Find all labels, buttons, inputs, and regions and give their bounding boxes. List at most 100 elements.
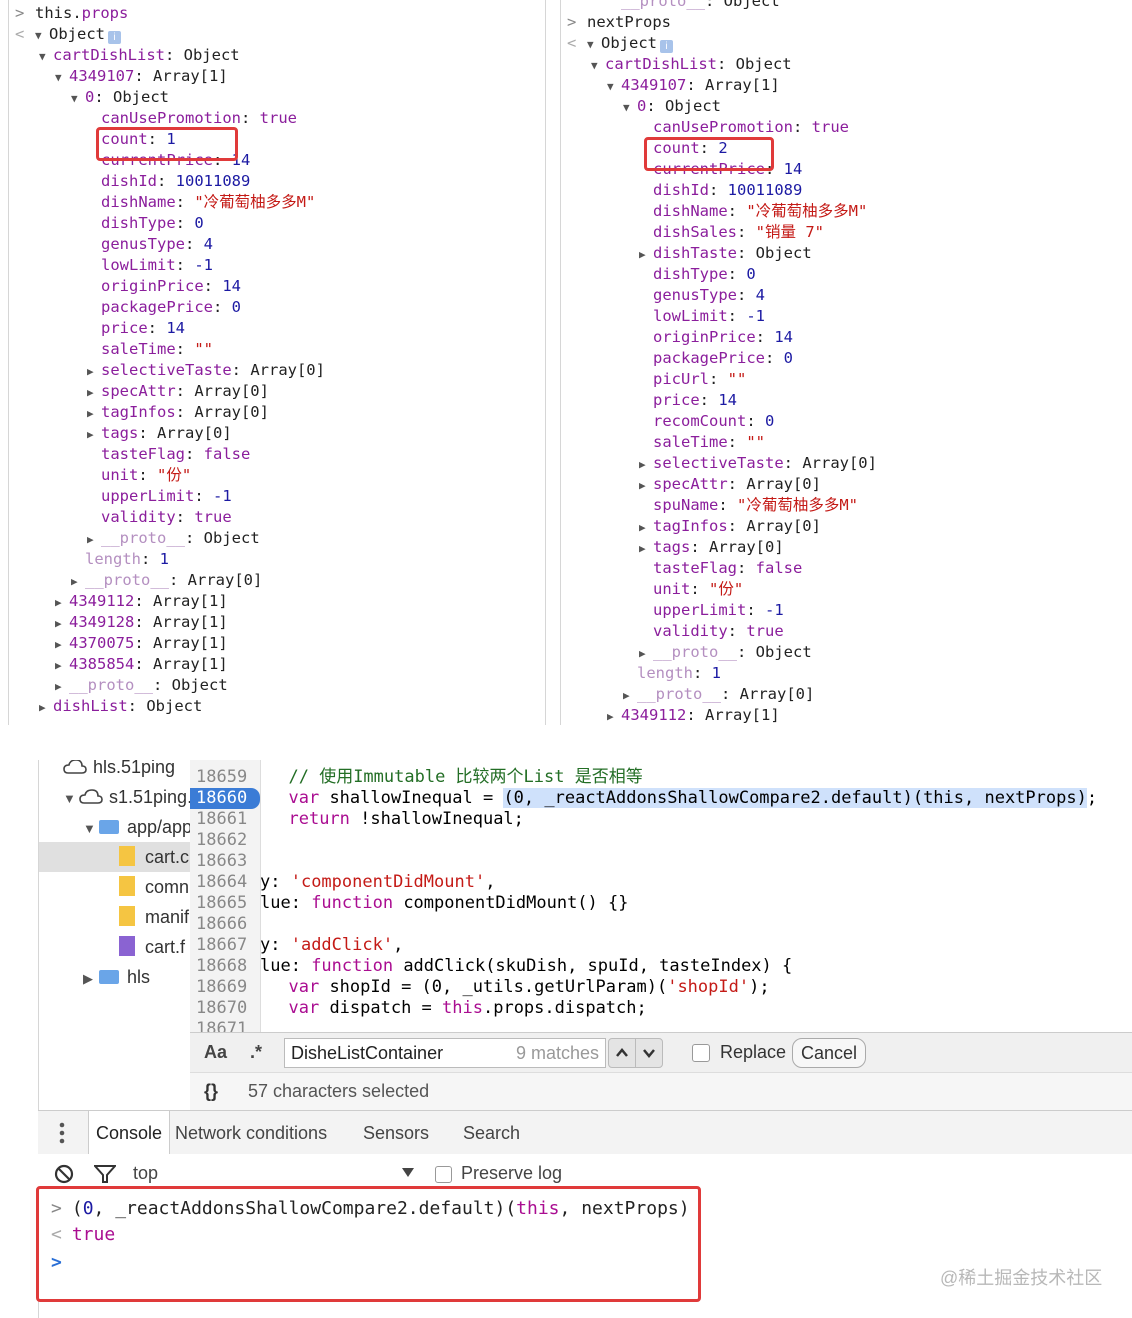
- file-tree-item[interactable]: ▼ s1.51ping.: [39, 782, 191, 812]
- replace-checkbox[interactable]: [692, 1044, 710, 1062]
- object-property-row[interactable]: < ▼ Object i: [567, 33, 673, 54]
- object-property-row[interactable]: ▶ 4349112: Array[1]: [55, 591, 228, 612]
- object-property-row[interactable]: ▶ dishList: Object: [39, 696, 202, 717]
- match-case-toggle[interactable]: Aa: [204, 1042, 227, 1063]
- line-number[interactable]: 18664: [190, 872, 260, 893]
- object-property-row[interactable]: ▶ selectiveTaste: Array[0]: [639, 453, 877, 474]
- prev-match-button[interactable]: [608, 1038, 636, 1068]
- regex-toggle[interactable]: .*: [250, 1042, 262, 1063]
- object-property-row[interactable]: ▶ selectiveTaste: Array[0]: [87, 360, 325, 381]
- line-number[interactable]: 18662: [190, 830, 260, 851]
- object-property-row[interactable]: ▶ __proto__: Array[0]: [71, 570, 262, 591]
- expanded-triangle-icon[interactable]: ▼: [35, 25, 49, 46]
- collapsed-triangle-icon[interactable]: ▶: [639, 244, 653, 265]
- collapsed-triangle-icon[interactable]: ▶: [83, 964, 99, 992]
- expanded-triangle-icon[interactable]: ▼: [39, 46, 53, 67]
- collapsed-triangle-icon[interactable]: ▶: [87, 403, 101, 424]
- dropdown-arrow-icon[interactable]: [402, 1168, 414, 1178]
- code-line[interactable]: 18671: [190, 1019, 1132, 1032]
- code-line[interactable]: 18668 lue: function addClick(skuDish, spu…: [190, 956, 1132, 977]
- collapsed-triangle-icon[interactable]: ▶: [39, 697, 53, 718]
- line-number[interactable]: 18665: [190, 893, 260, 914]
- collapsed-triangle-icon[interactable]: ▶: [639, 538, 653, 559]
- collapsed-triangle-icon[interactable]: ▶: [639, 454, 653, 475]
- code-line[interactable]: 18664 y: 'componentDidMount',: [190, 872, 1132, 893]
- object-property-row[interactable]: ▼ cartDishList: Object: [39, 45, 240, 66]
- line-number[interactable]: 18667: [190, 935, 260, 956]
- code-line[interactable]: 18667 y: 'addClick',: [190, 935, 1132, 956]
- collapsed-triangle-icon[interactable]: ▶: [55, 592, 69, 613]
- collapsed-triangle-icon[interactable]: ▶: [607, 706, 621, 725]
- code-line[interactable]: 18659 // 使用Immutable 比较两个List 是否相等: [190, 767, 1132, 788]
- expanded-triangle-icon[interactable]: ▼: [55, 67, 69, 88]
- collapsed-triangle-icon[interactable]: ▶: [87, 382, 101, 403]
- next-match-button[interactable]: [635, 1038, 663, 1068]
- expanded-triangle-icon[interactable]: ▼: [607, 76, 621, 97]
- filter-icon[interactable]: [94, 1164, 116, 1184]
- pretty-print-braces-icon[interactable]: {}: [204, 1081, 218, 1102]
- object-property-row[interactable]: ▶ 4349128: Array[1]: [55, 612, 228, 633]
- line-number[interactable]: 18670: [190, 998, 260, 1019]
- code-line[interactable]: 18666: [190, 914, 1132, 935]
- collapsed-triangle-icon[interactable]: ▶: [71, 571, 85, 592]
- object-property-row[interactable]: ▼ 0: Object: [623, 96, 721, 117]
- object-property-row[interactable]: ▶ 4385854: Array[1]: [55, 654, 228, 675]
- object-property-row[interactable]: ▶ 4349112: Array[1]: [607, 705, 780, 725]
- search-input[interactable]: DisheListContainer 9 matches: [284, 1038, 606, 1068]
- code-line[interactable]: 18669 var shopId = (0, _utils.getUrlPara…: [190, 977, 1132, 998]
- file-tree-item[interactable]: manif: [39, 902, 191, 932]
- expanded-triangle-icon[interactable]: ▼: [591, 55, 605, 76]
- preserve-log-checkbox[interactable]: [435, 1166, 452, 1183]
- code-line[interactable]: 18662: [190, 830, 1132, 851]
- info-icon[interactable]: i: [108, 31, 121, 44]
- object-property-row[interactable]: ▶ tagInfos: Array[0]: [639, 516, 821, 537]
- file-tree-item[interactable]: cart.f: [39, 932, 191, 962]
- more-options-icon[interactable]: [58, 1121, 66, 1145]
- collapsed-triangle-icon[interactable]: ▶: [623, 685, 637, 706]
- object-property-row[interactable]: < ▼ Object i: [15, 24, 121, 45]
- object-property-row[interactable]: ▶ __proto__: Object: [87, 528, 260, 549]
- line-number[interactable]: 18661: [190, 809, 260, 830]
- line-number[interactable]: 18666: [190, 914, 260, 935]
- collapsed-triangle-icon[interactable]: ▶: [55, 613, 69, 634]
- tab-network-conditions[interactable]: Network conditions: [175, 1111, 327, 1155]
- line-number[interactable]: 18668: [190, 956, 260, 977]
- code-line[interactable]: 18663: [190, 851, 1132, 872]
- clear-console-icon[interactable]: [54, 1164, 74, 1184]
- collapsed-triangle-icon[interactable]: ▶: [55, 676, 69, 697]
- collapsed-triangle-icon[interactable]: ▶: [87, 424, 101, 445]
- collapsed-triangle-icon[interactable]: ▶: [55, 634, 69, 655]
- collapsed-triangle-icon[interactable]: ▶: [639, 517, 653, 538]
- code-line[interactable]: 18665 lue: function componentDidMount() {…: [190, 893, 1132, 914]
- object-property-row[interactable]: ▶ tags: Array[0]: [87, 423, 232, 444]
- code-line[interactable]: 18660 var shallowInequal = (0, _reactAdd…: [190, 788, 1132, 809]
- collapsed-triangle-icon[interactable]: ▶: [55, 655, 69, 676]
- line-number[interactable]: 18669: [190, 977, 260, 998]
- object-property-row[interactable]: ▼ 0: Object: [71, 87, 169, 108]
- object-property-row[interactable]: ▶ __proto__: Object: [639, 642, 812, 663]
- cancel-button[interactable]: Cancel: [792, 1038, 867, 1068]
- collapsed-triangle-icon[interactable]: ▶: [639, 475, 653, 496]
- code-line[interactable]: 18670 var dispatch = this.props.dispatch…: [190, 998, 1132, 1019]
- file-tree-item[interactable]: ▶ hls: [39, 962, 191, 992]
- expanded-triangle-icon[interactable]: ▼: [623, 97, 637, 118]
- line-number[interactable]: 18663: [190, 851, 260, 872]
- file-tree-item[interactable]: cart.c: [39, 842, 191, 872]
- tab-sensors[interactable]: Sensors: [363, 1111, 429, 1155]
- file-tree-item[interactable]: ▼ app/app: [39, 812, 191, 842]
- expanded-triangle-icon[interactable]: ▼: [83, 814, 99, 842]
- object-property-row[interactable]: ▶ __proto__: Array[0]: [623, 684, 814, 705]
- object-property-row[interactable]: ▶ specAttr: Array[0]: [87, 381, 269, 402]
- object-property-row[interactable]: ▼ 4349107: Array[1]: [607, 75, 780, 96]
- info-icon[interactable]: i: [660, 40, 673, 53]
- tab-console[interactable]: Console: [88, 1111, 171, 1155]
- line-number[interactable]: 18660: [190, 788, 260, 809]
- object-property-row[interactable]: ▶ dishTaste: Object: [639, 243, 812, 264]
- object-property-row[interactable]: ▶ __proto__: Object: [55, 675, 228, 696]
- file-tree-item[interactable]: hls.51ping: [39, 760, 191, 782]
- expanded-triangle-icon[interactable]: ▼: [587, 34, 601, 55]
- context-selector[interactable]: top: [133, 1163, 158, 1184]
- object-property-row[interactable]: ▶ tagInfos: Array[0]: [87, 402, 269, 423]
- line-number[interactable]: 18671: [190, 1019, 260, 1032]
- file-tree-item[interactable]: comn: [39, 872, 191, 902]
